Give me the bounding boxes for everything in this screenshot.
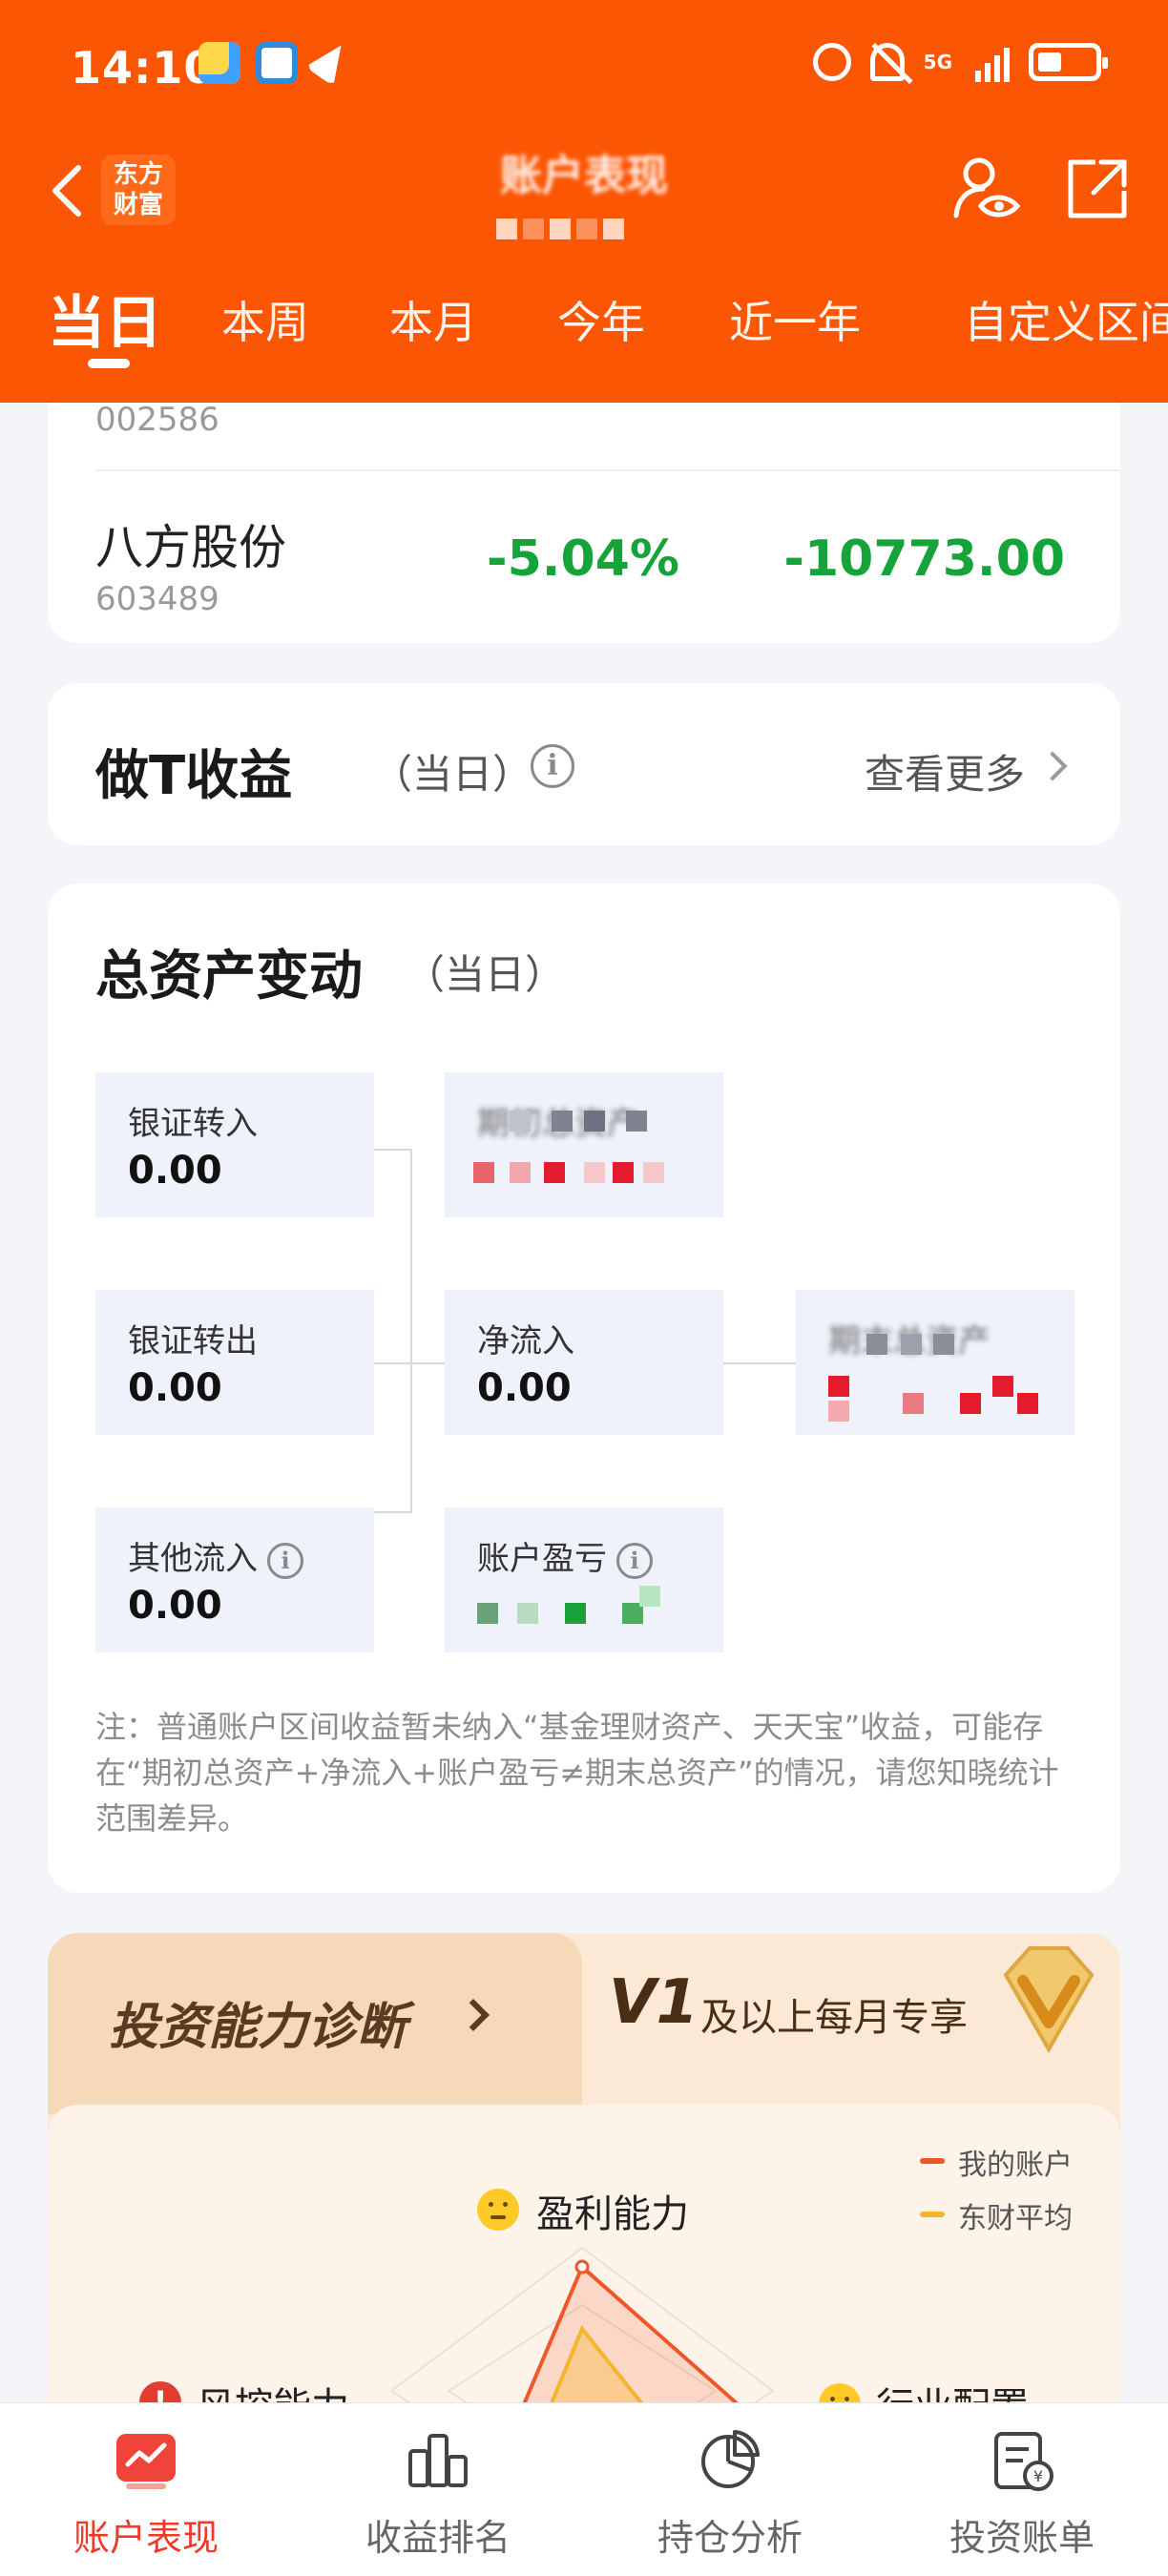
- box-label-text: 其他流入: [128, 1540, 258, 1578]
- box-label: 银证转出: [128, 1322, 258, 1361]
- stock-name: 八方股份: [95, 520, 286, 575]
- box-label: 账户盈亏 i: [477, 1532, 653, 1579]
- tab-this-month[interactable]: 本月: [389, 288, 477, 351]
- box-label-text: 账户盈亏: [477, 1540, 607, 1578]
- alarm-icon: [812, 43, 851, 81]
- box-value: 0.00: [128, 1149, 222, 1193]
- box-label: 银证转入: [128, 1105, 258, 1143]
- tab-last-year[interactable]: 近一年: [729, 288, 861, 351]
- stock-change-pct: -5.04%: [487, 530, 679, 588]
- stock-pnl-amount: -10773.00: [783, 530, 1065, 588]
- box-value: 0.00: [128, 1584, 222, 1628]
- bottom-nav-label: 收益排名: [365, 2517, 511, 2559]
- diagnosis-tab[interactable]: 投资能力诊断: [48, 1933, 582, 2114]
- chevron-right-icon: [457, 1999, 490, 2031]
- bill-icon: ¥: [994, 2432, 1053, 2491]
- box-value: 0.00: [128, 1366, 222, 1410]
- signal-icon: [975, 42, 1010, 82]
- box-value: 0.00: [477, 1366, 572, 1410]
- connector: [410, 1149, 412, 1513]
- notification-icons: [198, 35, 356, 87]
- info-icon[interactable]: i: [531, 744, 574, 788]
- bottom-nav-profit-ranking[interactable]: 收益排名: [292, 2403, 584, 2576]
- bottom-nav-label: 投资账单: [949, 2517, 1095, 2559]
- tab-today[interactable]: 当日: [48, 277, 162, 360]
- section-title: 做T收益: [95, 745, 293, 807]
- pie-chart-icon: [701, 2430, 760, 2488]
- bottom-nav-position-analysis[interactable]: 持仓分析: [584, 2403, 876, 2576]
- box-label: 净流入: [477, 1322, 574, 1361]
- chevron-right-icon: [1037, 751, 1068, 781]
- legend-swatch: [920, 2212, 945, 2217]
- legend-average: 东财平均: [958, 2202, 1073, 2235]
- account-pnl-box: 账户盈亏 i: [445, 1507, 723, 1652]
- net-inflow-box: 净流入 0.00: [445, 1290, 723, 1435]
- tab-this-year[interactable]: 今年: [557, 288, 645, 351]
- stock-code: 002586: [95, 401, 219, 439]
- svg-text:¥: ¥: [1033, 2467, 1043, 2485]
- vip-benefit-text: 及以上每月专享: [700, 1996, 968, 2040]
- weather-icon: [198, 42, 240, 84]
- vip-shield-icon: [1003, 1946, 1095, 2054]
- paper-plane-icon: [304, 35, 356, 87]
- status-time: 14:10: [71, 42, 216, 93]
- total-asset-change-card: 总资产变动 （当日） 银证转入 0.00 银证转出 0.00 其他流入 i 0.0…: [48, 883, 1120, 1893]
- app-header: 14:10 5G 东方 财富 账户表现 当日 本周 本月 今年 近一年 自定义区…: [0, 0, 1168, 403]
- t-trade-profit-card[interactable]: 做T收益 （当日） i 查看更多: [48, 683, 1120, 845]
- ending-total-asset-box: 期末总资产: [796, 1290, 1074, 1435]
- status-bar: 14:10 5G: [0, 0, 1168, 134]
- bottom-nav: 账户表现 收益排名 持仓分析 ¥ 投资账单: [0, 2402, 1168, 2576]
- section-title: 投资能力诊断: [109, 1999, 407, 2056]
- tab-custom-range[interactable]: 自定义区间: [964, 288, 1168, 351]
- connector: [374, 1149, 410, 1151]
- nav-bar: 东方 财富 账户表现: [0, 134, 1168, 248]
- active-tab-indicator: [88, 359, 130, 368]
- box-label: 其他流入 i: [128, 1532, 303, 1579]
- bottom-nav-investment-bill[interactable]: ¥ 投资账单: [876, 2403, 1168, 2576]
- vip-level-badge: V1: [609, 1967, 699, 2038]
- system-icons: 5G: [812, 42, 1108, 82]
- stock-code: 603489: [95, 580, 219, 618]
- battery-icon: [1029, 43, 1108, 81]
- period-tabs: 当日 本周 本月 今年 近一年 自定义区间: [0, 267, 1168, 372]
- info-icon[interactable]: i: [616, 1542, 653, 1579]
- mute-bell-icon: [869, 43, 905, 81]
- view-more-link[interactable]: 查看更多: [865, 742, 1025, 800]
- legend-my-account: 我的账户: [958, 2149, 1073, 2182]
- connector: [374, 1511, 410, 1513]
- account-eye-icon[interactable]: [949, 153, 1021, 225]
- bottom-nav-account-performance[interactable]: 账户表现: [0, 2403, 292, 2576]
- bottom-nav-label: 账户表现: [73, 2517, 219, 2559]
- bank-transfer-out-box: 银证转出 0.00: [95, 1290, 374, 1435]
- other-inflow-box: 其他流入 i 0.00: [95, 1507, 374, 1652]
- share-icon[interactable]: [1063, 155, 1132, 223]
- beginning-total-asset-box: 期初总资产: [445, 1072, 723, 1217]
- account-name-masked: [496, 200, 630, 258]
- tab-this-week[interactable]: 本周: [221, 288, 309, 351]
- bar-ranking-icon: [408, 2434, 468, 2487]
- section-title: 总资产变动: [95, 945, 363, 1008]
- row-divider: [95, 469, 1120, 471]
- network-type: 5G: [923, 51, 952, 73]
- chart-trend-icon: [116, 2434, 176, 2489]
- section-period: （当日）: [405, 951, 566, 998]
- info-icon[interactable]: i: [267, 1542, 303, 1579]
- holding-pnl-list: 002586 八方股份 603489 -5.04% -10773.00: [48, 363, 1120, 643]
- bank-transfer-in-box: 银证转入 0.00: [95, 1072, 374, 1217]
- bottom-nav-label: 持仓分析: [657, 2517, 803, 2559]
- china-mobile-icon: [256, 42, 298, 84]
- disclaimer-note: 注：普通账户区间收益暂未纳入“基金理财资产、天天宝”收益，可能存在“期初总资产+…: [95, 1709, 1059, 1837]
- neutral-face-icon: [477, 2189, 519, 2231]
- section-period: （当日）: [372, 751, 533, 798]
- legend-swatch: [920, 2158, 945, 2164]
